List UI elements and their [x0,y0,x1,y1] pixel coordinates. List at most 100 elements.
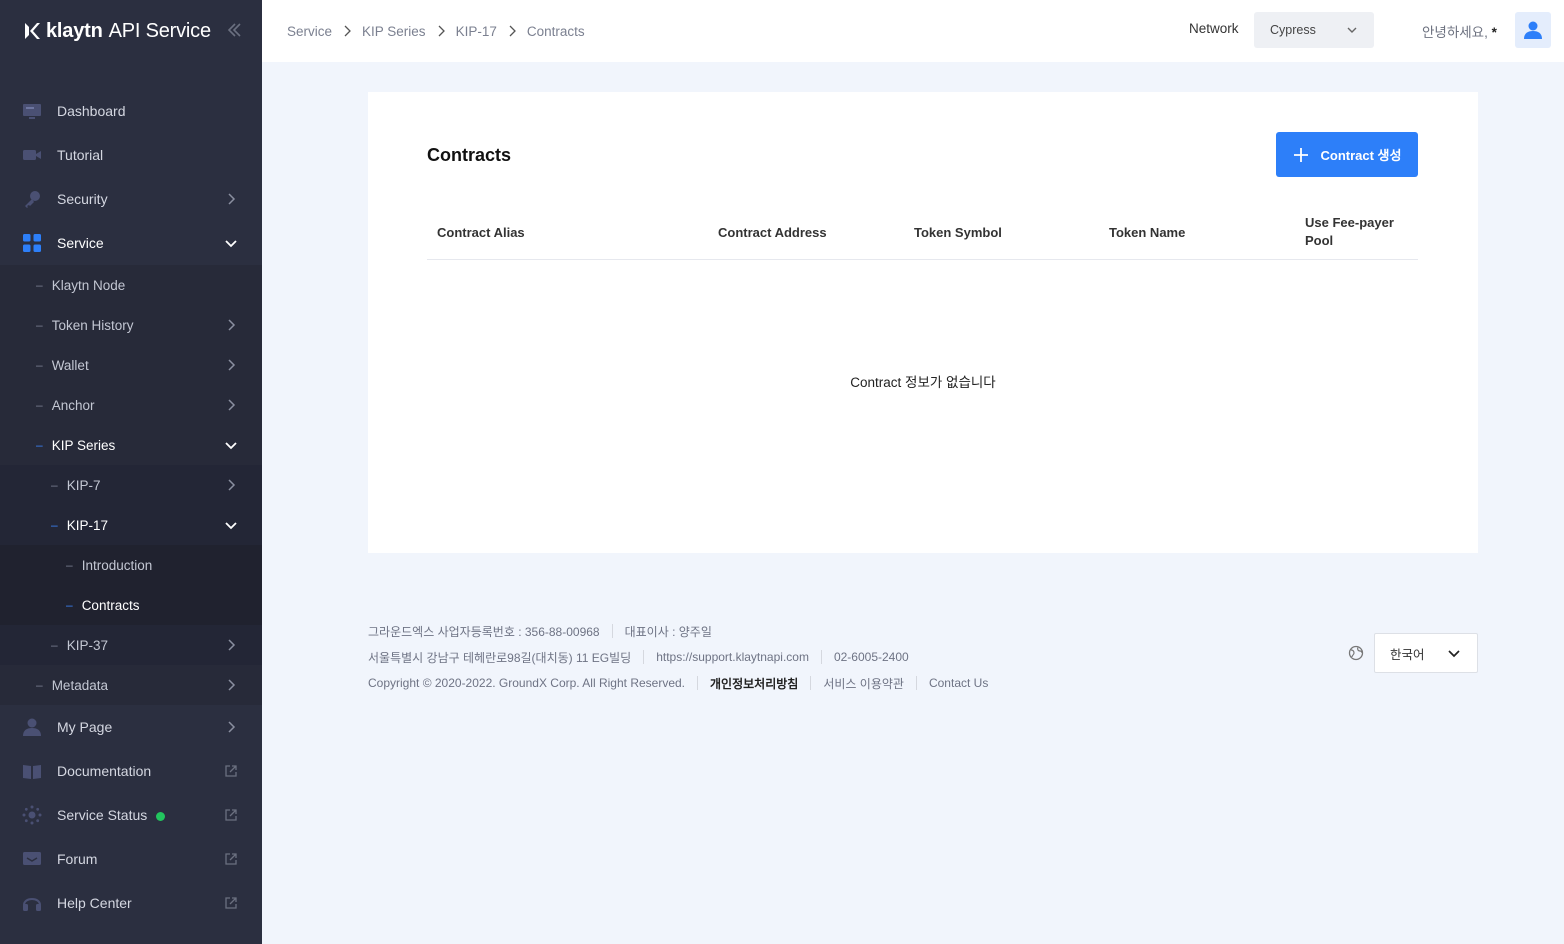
chevron-right-icon [228,359,236,371]
klaytn-logo[interactable]: klaytn API Service [22,20,211,43]
sidebar-item-anchor[interactable]: – Anchor [0,385,262,425]
sidebar-item-label: KIP-17 [66,517,108,533]
contracts-table-header: Contract Alias Contract Address Token Sy… [427,204,1418,260]
video-icon [22,145,42,165]
sidebar-item-forum[interactable]: Forum [0,837,262,881]
network-value: Cypress [1270,23,1316,37]
book-icon [22,761,42,781]
contact-us-link[interactable]: Contact Us [929,676,988,690]
terms-link[interactable]: 서비스 이용약관 [823,675,904,692]
user-icon [1524,21,1542,39]
language-selector-wrap: 한국어 [1348,633,1478,673]
sidebar-item-metadata[interactable]: – Metadata [0,665,262,705]
chevron-right-icon [344,25,351,37]
breadcrumb-kip-17[interactable]: KIP-17 [456,24,497,39]
external-link-icon [225,809,237,821]
chevron-right-icon [228,319,236,331]
sidebar-item-security[interactable]: Security [0,177,262,221]
column-header-name: Token Name [1109,224,1186,240]
sidebar-item-contracts[interactable]: – Contracts [0,585,262,625]
headset-icon [22,893,42,913]
network-label: Network [1189,21,1239,36]
sidebar-item-kip-series[interactable]: – KIP Series [0,425,262,465]
sidebar-item-service[interactable]: Service [0,221,262,265]
breadcrumb-contracts: Contracts [526,23,585,39]
ceo-info: 대표이사 : 양주일 [624,624,712,639]
chat-icon [22,849,42,869]
language-value: 한국어 [1390,647,1425,662]
sidebar-item-klaytn-node[interactable]: – Klaytn Node [0,265,262,305]
chevron-right-icon [228,679,236,691]
chevron-right-icon [228,193,236,205]
sidebar-item-dashboard[interactable]: Dashboard [0,89,262,133]
phone-number: 02-6005-2400 [833,650,909,664]
kip-series-submenu: – KIP-7 – KIP-17 – Introduction – Contra… [0,465,262,665]
kip-17-submenu: – Introduction – Contracts [0,545,262,625]
column-header-alias: Contract Alias [437,224,525,240]
sidebar-item-label: Contracts [81,597,140,613]
chevron-right-icon [509,25,516,37]
chevron-right-icon [228,479,236,491]
footer: 그라운드엑스 사업자등록번호 : 356-88-00968 대표이사 : 양주일… [368,618,1478,696]
breadcrumb: Service KIP Series KIP-17 Contracts [262,24,585,39]
chevron-down-icon [225,240,237,248]
sidebar-item-label: KIP Series [51,437,116,453]
contracts-card: Contracts Contract 생성 Contract Alias Con… [368,92,1478,553]
sidebar-item-documentation[interactable]: Documentation [0,749,262,793]
column-header-symbol: Token Symbol [914,224,1002,240]
breadcrumb-service[interactable]: Service [287,24,332,39]
language-select[interactable]: 한국어 [1374,633,1478,673]
avatar-button[interactable] [1515,12,1551,48]
support-link[interactable]: https://support.klaytnapi.com [656,650,809,664]
external-link-icon [225,897,237,909]
privacy-policy-link[interactable]: 개인정보처리방침 [710,675,798,692]
page-title: Contracts [427,145,512,165]
sidebar-item-label: Tutorial [57,147,104,163]
monitor-icon [22,101,42,121]
sidebar-item-help-center[interactable]: Help Center [0,881,262,925]
plus-icon [1293,147,1308,162]
service-submenu: – Klaytn Node – Token History – Wallet –… [0,265,262,705]
key-icon [22,189,42,209]
sidebar-item-introduction[interactable]: – Introduction [0,545,262,585]
sidebar-item-my-page[interactable]: My Page [0,705,262,749]
chevron-down-icon [1448,650,1460,658]
external-link-icon [225,765,237,777]
column-header-fee-payer: Use Fee-payer Pool [1305,215,1394,248]
breadcrumb-kip-series[interactable]: KIP Series [362,24,426,39]
sidebar-item-token-history[interactable]: – Token History [0,305,262,345]
brand-name: klaytn [46,19,103,42]
network-select[interactable]: Cypress [1254,12,1374,48]
sidebar-item-label: Metadata [51,677,108,693]
user-greeting: 안녕하세요, * [1422,25,1497,40]
chevron-down-icon [225,442,237,450]
sidebar-item-kip-7[interactable]: – KIP-7 [0,465,262,505]
brand: klaytn API Service [0,0,262,62]
external-link-icon [225,853,237,865]
chevron-down-icon [1347,27,1357,33]
klaytn-k-icon [25,23,40,39]
top-bar: Service KIP Series KIP-17 Contracts Netw… [262,0,1564,62]
globe-icon [1348,645,1364,661]
sidebar-item-label: Introduction [81,557,153,573]
company-address: 서울특별시 강남구 테헤란로98길(대치동) 11 EG빌딩 [368,650,632,665]
sidebar: klaytn API Service Dashboard Tutorial Se… [0,0,262,944]
chevron-down-icon [225,522,237,530]
sidebar-item-tutorial[interactable]: Tutorial [0,133,262,177]
status-indicator-dot [156,811,166,821]
footer-row-2: 서울특별시 강남구 테헤란로98길(대치동) 11 EG빌딩 https://s… [368,644,1478,670]
footer-row-3: Copyright © 2020-2022. GroundX Corp. All… [368,670,1478,696]
sidebar-item-wallet[interactable]: – Wallet [0,345,262,385]
sidebar-item-kip-37[interactable]: – KIP-37 [0,625,262,665]
sidebar-item-label: KIP-7 [66,477,101,493]
brand-subtitle: API Service [108,19,211,42]
grid-icon [22,233,42,253]
sidebar-item-label: Dashboard [57,103,126,119]
sidebar-nav: Dashboard Tutorial Security Service – Kl… [0,89,262,925]
collapse-sidebar-icon[interactable] [224,20,244,40]
column-header-address: Contract Address [718,224,827,240]
sidebar-item-kip-17[interactable]: – KIP-17 [0,505,262,545]
sidebar-item-service-status[interactable]: Service Status [0,793,262,837]
create-contract-button[interactable]: Contract 생성 [1276,132,1418,177]
sidebar-item-label: KIP-37 [66,637,108,653]
